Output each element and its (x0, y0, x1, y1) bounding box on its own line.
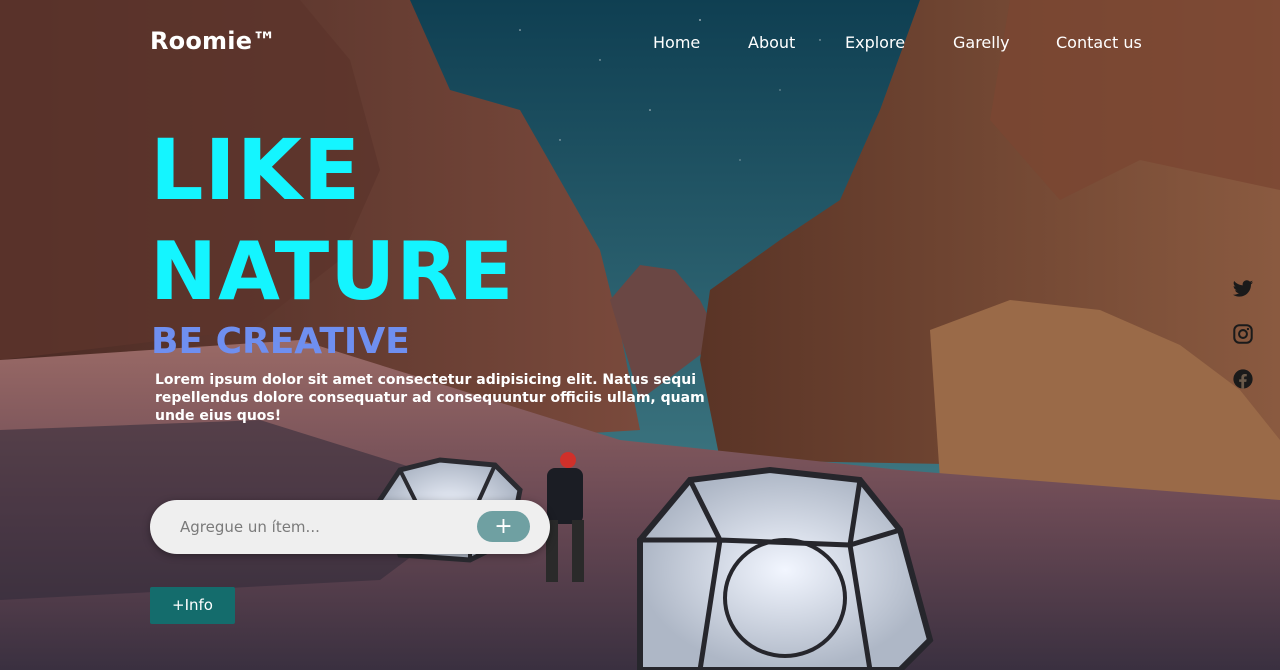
hero-section: Roomie™ Home About Explore Garelly Conta… (0, 0, 1280, 670)
add-item-form: + (150, 500, 550, 554)
nav-home-link[interactable]: Home (653, 33, 700, 52)
add-item-button[interactable]: + (477, 511, 530, 542)
facebook-icon[interactable] (1232, 368, 1254, 390)
hero-description: Lorem ipsum dolor sit amet consectetur a… (155, 372, 705, 424)
nav-garelly-link[interactable]: Garelly (953, 33, 1010, 52)
nav-about-link[interactable]: About (748, 33, 795, 52)
hero-title-line2: NATURE (150, 225, 515, 318)
add-item-input[interactable] (180, 513, 470, 541)
instagram-icon[interactable] (1232, 323, 1254, 345)
nav-explore-link[interactable]: Explore (845, 33, 905, 52)
nav-contact-link[interactable]: Contact us (1056, 33, 1142, 52)
hero-title-line1: LIKE (150, 121, 362, 219)
twitter-icon[interactable] (1232, 278, 1254, 300)
hero-subtitle: BE CREATIVE (151, 321, 410, 362)
info-button[interactable]: +Info (150, 587, 235, 624)
main-nav: Home About Explore Garelly Contact us (0, 33, 1280, 57)
